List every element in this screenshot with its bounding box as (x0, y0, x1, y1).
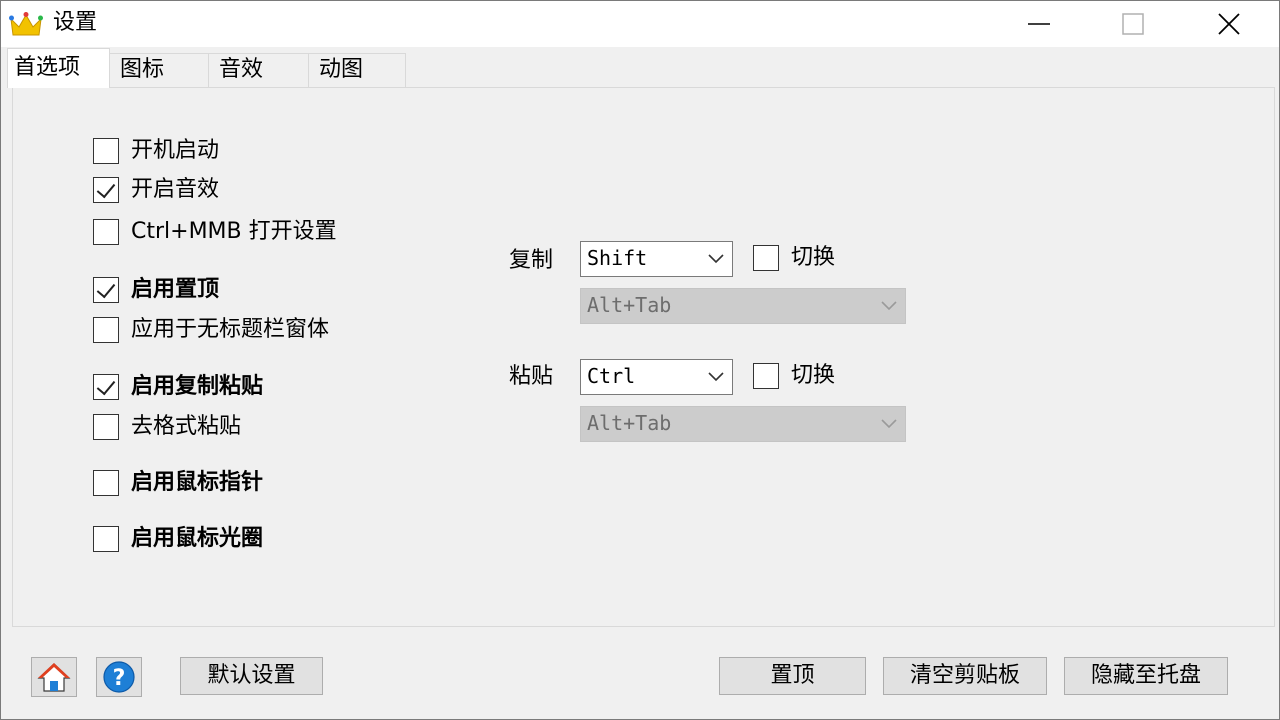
home-icon (37, 663, 71, 692)
paste-combo-value: Alt+Tab (587, 411, 672, 435)
tab-icons[interactable]: 图标 (109, 53, 209, 87)
svg-text:?: ? (113, 666, 126, 691)
option-autostart[interactable]: 开机启动 (93, 136, 219, 166)
crown-icon (9, 11, 43, 39)
option-label: 应用于无标题栏窗体 (131, 317, 330, 342)
pin-button[interactable]: 置顶 (719, 657, 866, 695)
settings-window: 设置 首选项 图标 音效 动图 开机启动 开启音效 Ctrl+MMB 打开设置 … (0, 0, 1280, 720)
chevron-down-icon (881, 301, 897, 311)
maximize-icon (1122, 13, 1144, 35)
paste-combo-select: Alt+Tab (580, 406, 906, 442)
option-sound[interactable]: 开启音效 (93, 175, 219, 205)
autostart-checkbox[interactable] (93, 138, 119, 164)
paste-toggle-label: 切换 (791, 363, 836, 388)
option-ctrl-mmb[interactable]: Ctrl+MMB 打开设置 (93, 217, 337, 247)
option-label: 启用复制粘贴 (131, 374, 264, 399)
clear-clipboard-button[interactable]: 清空剪贴板 (883, 657, 1047, 695)
chevron-down-icon (708, 372, 724, 382)
option-label: 开启音效 (131, 177, 220, 202)
mouse-pointer-checkbox[interactable] (93, 470, 119, 496)
tab-animations[interactable]: 动图 (308, 53, 406, 87)
home-button[interactable] (31, 657, 77, 697)
option-label: 启用鼠标光圈 (131, 526, 264, 551)
chevron-down-icon (881, 419, 897, 429)
plain-paste-checkbox[interactable] (93, 414, 119, 440)
copy-label: 复制 (509, 248, 554, 273)
copy-toggle-label: 切换 (791, 245, 836, 270)
window-title: 设置 (53, 10, 98, 35)
option-mouse-pointer[interactable]: 启用鼠标指针 (93, 468, 263, 498)
copy-paste-checkbox[interactable] (93, 374, 119, 400)
copy-toggle[interactable]: 切换 (753, 243, 835, 273)
copy-toggle-checkbox[interactable] (753, 245, 779, 271)
close-icon (1218, 13, 1240, 35)
sound-checkbox[interactable] (93, 177, 119, 203)
paste-toggle-checkbox[interactable] (753, 363, 779, 389)
tab-sound-effects[interactable]: 音效 (208, 53, 309, 87)
title-bar[interactable]: 设置 (1, 1, 1279, 47)
ctrl-mmb-checkbox[interactable] (93, 219, 119, 245)
copy-combo-select: Alt+Tab (580, 288, 906, 324)
option-mouse-halo[interactable]: 启用鼠标光圈 (93, 524, 263, 554)
copy-modifier-value: Shift (587, 246, 648, 270)
minimize-icon (1028, 23, 1050, 25)
paste-label: 粘贴 (509, 364, 554, 389)
chevron-down-icon (708, 254, 724, 264)
paste-modifier-select[interactable]: Ctrl (580, 359, 733, 395)
mouse-halo-checkbox[interactable] (93, 526, 119, 552)
tab-preferences[interactable]: 首选项 (7, 48, 110, 88)
copy-combo-value: Alt+Tab (587, 293, 672, 317)
option-label: 开机启动 (131, 138, 220, 163)
close-button[interactable] (1181, 1, 1277, 47)
minimize-button[interactable] (991, 1, 1087, 47)
paste-toggle[interactable]: 切换 (753, 361, 835, 391)
option-label: 启用鼠标指针 (131, 470, 264, 495)
option-pin[interactable]: 启用置顶 (93, 275, 219, 305)
option-label: Ctrl+MMB 打开设置 (131, 219, 337, 244)
option-copy-paste[interactable]: 启用复制粘贴 (93, 372, 263, 402)
titleless-checkbox[interactable] (93, 317, 119, 343)
option-label: 启用置顶 (131, 277, 220, 302)
option-titleless-windows[interactable]: 应用于无标题栏窗体 (93, 315, 329, 345)
copy-modifier-select[interactable]: Shift (580, 241, 733, 277)
help-icon: ? (103, 661, 135, 693)
option-plain-paste[interactable]: 去格式粘贴 (93, 412, 241, 442)
help-button[interactable]: ? (96, 657, 142, 697)
default-settings-button[interactable]: 默认设置 (180, 657, 323, 695)
hide-to-tray-button[interactable]: 隐藏至托盘 (1064, 657, 1228, 695)
option-label: 去格式粘贴 (131, 414, 242, 439)
maximize-button[interactable] (1085, 1, 1181, 47)
paste-modifier-value: Ctrl (587, 364, 636, 388)
pin-checkbox[interactable] (93, 277, 119, 303)
